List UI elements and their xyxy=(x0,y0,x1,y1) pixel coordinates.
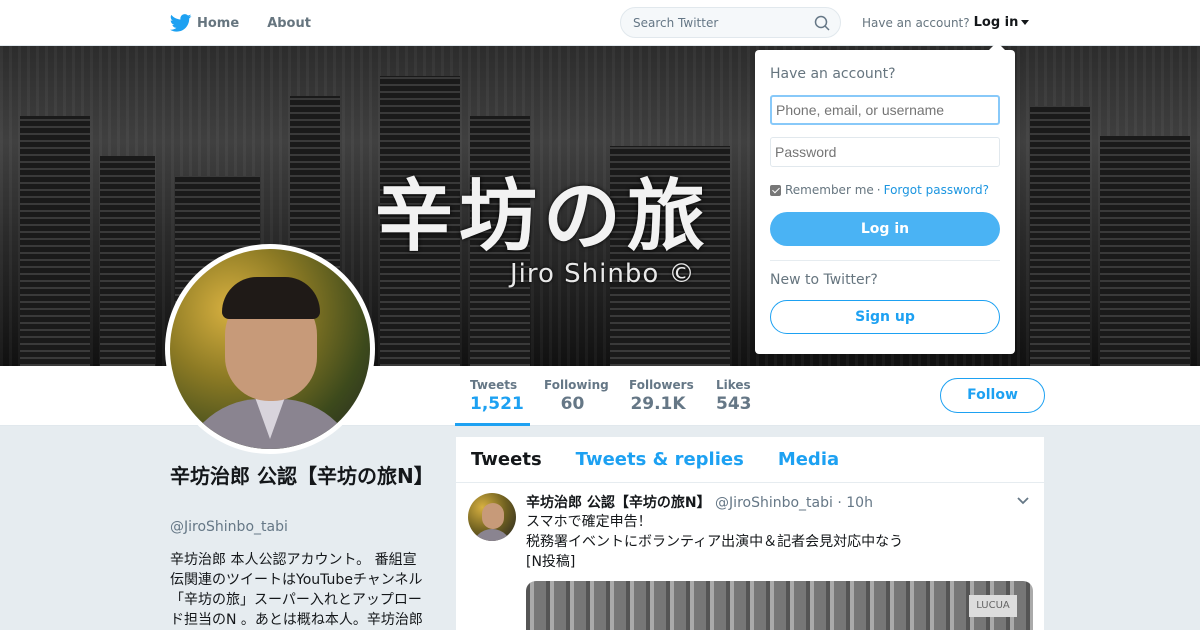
active-stat-indicator xyxy=(455,423,530,426)
search-placeholder: Search Twitter xyxy=(633,16,719,30)
banner-building xyxy=(20,116,90,366)
login-button[interactable]: Log in xyxy=(770,212,1000,246)
top-nav: Home About Search Twitter Have an accoun… xyxy=(0,0,1200,46)
tab-tweets[interactable]: Tweets xyxy=(471,449,542,470)
tweet-author-handle[interactable]: @JiroShinbo_tabi xyxy=(715,495,833,511)
remember-row: Remember me · Forgot password? xyxy=(770,183,989,197)
avatar-photo xyxy=(170,249,370,449)
media-sign: LUCUA xyxy=(969,595,1017,617)
have-account-text: Have an account? xyxy=(862,15,970,30)
nav-left: Home About xyxy=(170,0,339,46)
tweet-line: 税務署イベントにボランティア出演中＆記者会見対応中なう xyxy=(526,534,904,550)
stat-label: Following xyxy=(544,378,609,392)
banner-building xyxy=(1100,136,1190,366)
profile-handle[interactable]: @JiroShinbo_tabi xyxy=(170,519,288,535)
tweet-line: スマホで確定申告！ xyxy=(526,514,652,530)
stat-value: 29.1K xyxy=(630,394,686,414)
tweet-author-name[interactable]: 辛坊治郎 公認【辛坊の旅N】 xyxy=(526,495,711,511)
follow-button[interactable]: Follow xyxy=(940,378,1045,413)
banner-building xyxy=(1030,106,1090,366)
login-dropdown: Have an account? Remember me · Forgot pa… xyxy=(755,42,1015,354)
tweet-avatar[interactable] xyxy=(468,493,516,541)
search-input[interactable]: Search Twitter xyxy=(620,7,841,38)
tab-media[interactable]: Media xyxy=(778,449,839,470)
tweet-avatar-robe xyxy=(472,529,512,541)
home-link[interactable]: Home xyxy=(170,14,239,32)
forgot-password-link[interactable]: Forgot password? xyxy=(884,183,989,197)
banner-subtitle: Jiro Shinbo © xyxy=(510,259,696,289)
tweet-avatar-face xyxy=(482,503,504,529)
password-input[interactable] xyxy=(770,137,1000,167)
twitter-bird-icon xyxy=(170,14,192,32)
tweet-timestamp[interactable]: 10h xyxy=(846,495,873,511)
timeline-tabs: Tweets Tweets & replies Media xyxy=(456,437,1044,483)
profile-name[interactable]: 辛坊治郎 公認【辛坊の旅N】 xyxy=(170,462,434,490)
stat-value: 60 xyxy=(560,394,585,414)
remember-separator: · xyxy=(876,183,881,197)
stat-value: 543 xyxy=(716,394,752,414)
login-dropdown-toggle[interactable]: Log in xyxy=(974,15,1019,30)
tweet-line: [N投稿] xyxy=(526,554,576,570)
remember-checkbox[interactable] xyxy=(770,184,781,196)
tweet-text: スマホで確定申告！ 税務署イベントにボランティア出演中＆記者会見対応中なう [N… xyxy=(526,512,903,572)
new-to-twitter-text: New to Twitter? xyxy=(770,272,878,288)
account-prompt: Have an account? Log in xyxy=(862,15,1030,30)
caret-down-icon[interactable] xyxy=(1021,20,1030,25)
stat-tweets[interactable]: Tweets 1,521 xyxy=(470,378,524,414)
avatar-hair xyxy=(222,277,320,319)
banner-building xyxy=(100,156,155,366)
username-input[interactable] xyxy=(770,95,1000,125)
tweet-media-image[interactable]: LUCUA xyxy=(526,581,1033,630)
search-icon[interactable] xyxy=(814,15,830,31)
tab-tweets-replies[interactable]: Tweets & replies xyxy=(576,449,744,470)
remember-label[interactable]: Remember me xyxy=(785,183,874,197)
chevron-down-icon[interactable] xyxy=(1017,497,1029,505)
home-label: Home xyxy=(197,15,240,31)
about-link[interactable]: About xyxy=(267,16,311,31)
stat-followers[interactable]: Followers 29.1K xyxy=(629,378,694,414)
divider xyxy=(770,260,1000,261)
timeline: Tweets Tweets & replies Media 辛坊治郎 公認【辛坊… xyxy=(456,437,1044,630)
stat-following[interactable]: Following 60 xyxy=(544,378,609,414)
tweet-separator: · xyxy=(837,495,842,511)
banner-title: 辛坊の旅 xyxy=(375,171,712,262)
login-dropdown-title: Have an account? xyxy=(770,66,896,82)
tweet[interactable]: 辛坊治郎 公認【辛坊の旅N】 @JiroShinbo_tabi · 10h スマ… xyxy=(456,484,1044,630)
stat-label: Tweets xyxy=(470,378,518,392)
signup-button[interactable]: Sign up xyxy=(770,300,1000,334)
profile-bio: 辛坊治郎 本人公認アカウント。 番組宣伝関連のツイートはYouTubeチャンネル… xyxy=(170,552,423,628)
stat-label: Likes xyxy=(716,378,751,392)
stat-likes[interactable]: Likes 543 xyxy=(716,378,752,414)
profile-avatar[interactable] xyxy=(165,244,375,454)
tweet-header: 辛坊治郎 公認【辛坊の旅N】 @JiroShinbo_tabi · 10h xyxy=(526,492,873,512)
stat-label: Followers xyxy=(629,378,694,392)
stat-value: 1,521 xyxy=(470,394,524,414)
